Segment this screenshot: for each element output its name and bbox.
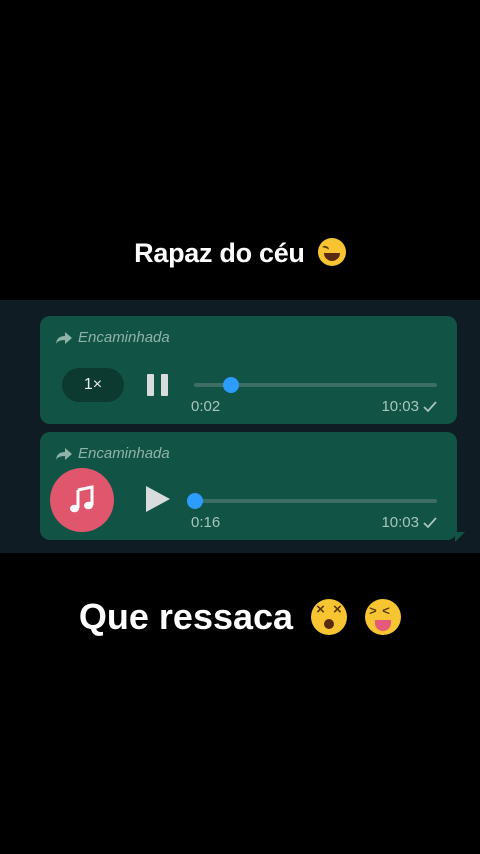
music-note-icon	[70, 485, 94, 513]
play-icon[interactable]	[146, 486, 170, 512]
caption-top-text: Rapaz do céu	[134, 238, 305, 268]
audio-file-avatar	[50, 468, 114, 532]
bubble-tail	[455, 532, 465, 542]
audio-duration: 0:16	[191, 514, 221, 531]
audio-progress-track[interactable]	[190, 499, 437, 503]
forwarded-label: Encaminhada	[56, 445, 170, 462]
tears-of-joy-emoji-icon	[317, 238, 346, 266]
forward-arrow-icon	[56, 447, 72, 460]
forward-arrow-icon	[56, 331, 72, 344]
forwarded-text: Encaminhada	[78, 329, 170, 346]
check-icon	[423, 516, 437, 528]
audio-duration: 0:02	[191, 398, 221, 415]
message-time: 10:03	[381, 514, 437, 531]
squinting-tongue-emoji-icon	[365, 599, 402, 635]
voice-message-bubble: Encaminhada 1× 0:02 10:03	[40, 316, 457, 424]
pause-icon[interactable]	[147, 374, 169, 396]
caption-bottom-text: Que ressaca	[78, 595, 294, 638]
message-time: 10:03	[381, 398, 437, 415]
caption-bottom: Que ressaca	[0, 595, 480, 638]
dizzy-face-emoji-icon	[311, 599, 348, 635]
chat-area: Encaminhada 1× 0:02 10:03 Encaminhada 0:…	[0, 300, 480, 553]
caption-top: Rapaz do céu	[0, 238, 480, 269]
audio-progress-knob[interactable]	[223, 377, 239, 393]
message-time-text: 10:03	[381, 514, 419, 531]
forwarded-text: Encaminhada	[78, 445, 170, 462]
forwarded-label: Encaminhada	[56, 329, 170, 346]
voice-message-bubble: Encaminhada 0:16 10:03	[40, 432, 457, 540]
playback-speed-button[interactable]: 1×	[62, 368, 124, 402]
audio-progress-knob[interactable]	[187, 493, 203, 509]
message-time-text: 10:03	[381, 398, 419, 415]
check-icon	[423, 400, 437, 412]
